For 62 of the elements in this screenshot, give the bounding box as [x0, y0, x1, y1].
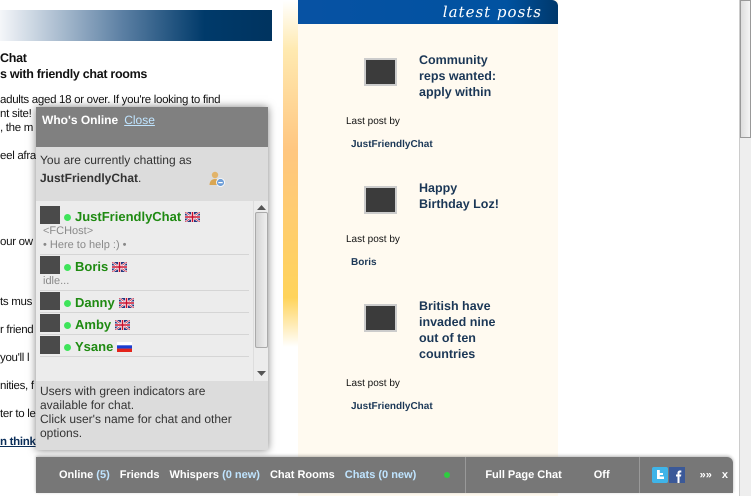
text-line: our ow — [0, 235, 33, 249]
chat-bar-link[interactable]: Chats (0 new) — [340, 466, 422, 484]
text-line: nities, f — [0, 379, 34, 393]
chat-bar-link[interactable]: Whispers (0 new) — [164, 466, 265, 484]
uk-flag-icon — [115, 320, 130, 330]
byline-text: Last post by — [346, 378, 400, 389]
chat-bar-link[interactable]: Chat Rooms — [264, 466, 340, 484]
note-text: Users with green indicators are available for chat. — [40, 384, 206, 412]
text-line: ts mus — [0, 295, 32, 309]
scrollbar-thumb[interactable] — [254, 212, 268, 348]
scroll-down-icon[interactable] — [256, 371, 266, 376]
note-text: Click user's name for chat and other options. — [40, 412, 233, 440]
section-title: latest posts — [298, 0, 558, 24]
popup-title: Who's Online — [42, 113, 118, 127]
author-link[interactable]: JustFriendlyChat — [351, 401, 433, 412]
list-scrollbar[interactable] — [253, 201, 268, 381]
uk-flag-icon — [112, 262, 128, 272]
user-name[interactable]: Danny — [75, 295, 115, 310]
chat-bar-link[interactable]: Friends — [114, 466, 164, 484]
twitter-icon[interactable] — [652, 467, 668, 483]
toggle-button[interactable]: Off — [588, 466, 615, 484]
text-line: , the m — [0, 121, 34, 135]
user-name[interactable]: Boris — [75, 259, 108, 274]
text-line: r friend — [0, 323, 34, 337]
russia-flag-icon — [117, 342, 132, 352]
page-subheading: s with friendly chat rooms — [0, 67, 148, 81]
byline-text: Last post by — [346, 234, 400, 245]
close-link[interactable]: Close — [124, 113, 155, 127]
text-line: you'll l — [0, 351, 30, 365]
post-title[interactable]: Community reps wanted: apply within — [419, 52, 511, 100]
text-line: adults aged 18 or over. If you're looking to find — [0, 93, 220, 107]
author-link[interactable]: Boris — [351, 257, 377, 268]
photo-placeholder[interactable] — [364, 58, 397, 86]
text-link[interactable]: n think — [0, 436, 36, 448]
text-line: nt site! — [0, 107, 32, 121]
expand-button[interactable]: »» — [694, 466, 717, 484]
text-line: ter to le — [0, 407, 36, 421]
user-name[interactable]: Amby — [75, 317, 112, 332]
user-status: • Here to help :) • — [42, 238, 128, 252]
status-text: You are currently chatting as JustFriendlyChat. — [40, 152, 193, 187]
user-settings-icon[interactable] — [209, 171, 225, 187]
full-page-chat-button[interactable]: Full Page Chat — [480, 466, 567, 484]
photo-placeholder[interactable] — [364, 304, 397, 332]
user-name[interactable]: Ysane — [75, 339, 114, 354]
text-line: eel afra — [0, 149, 36, 163]
user-name[interactable]: JustFriendlyChat — [75, 209, 182, 224]
chat-bar-link[interactable]: Online (5) — [54, 466, 115, 484]
user-status: idle... — [42, 274, 70, 288]
uk-flag-icon — [185, 212, 200, 222]
uk-flag-icon — [118, 298, 134, 308]
user-status: <FCHost> — [42, 224, 94, 238]
author-link[interactable]: JustFriendlyChat — [351, 139, 433, 150]
close-button[interactable]: x — [716, 466, 733, 484]
facebook-icon[interactable] — [668, 467, 685, 483]
scroll-up-icon[interactable] — [256, 205, 266, 210]
scrollbar-thumb[interactable] — [740, 0, 751, 138]
post-title[interactable]: Happy Birthday Loz! — [419, 180, 511, 212]
post-title[interactable]: British have invaded nine out of ten countries — [419, 298, 511, 362]
page-heading: Chat — [0, 51, 27, 65]
photo-placeholder[interactable] — [364, 186, 397, 214]
byline-text: Last post by — [346, 116, 400, 127]
page-scrollbar[interactable] — [739, 0, 751, 496]
